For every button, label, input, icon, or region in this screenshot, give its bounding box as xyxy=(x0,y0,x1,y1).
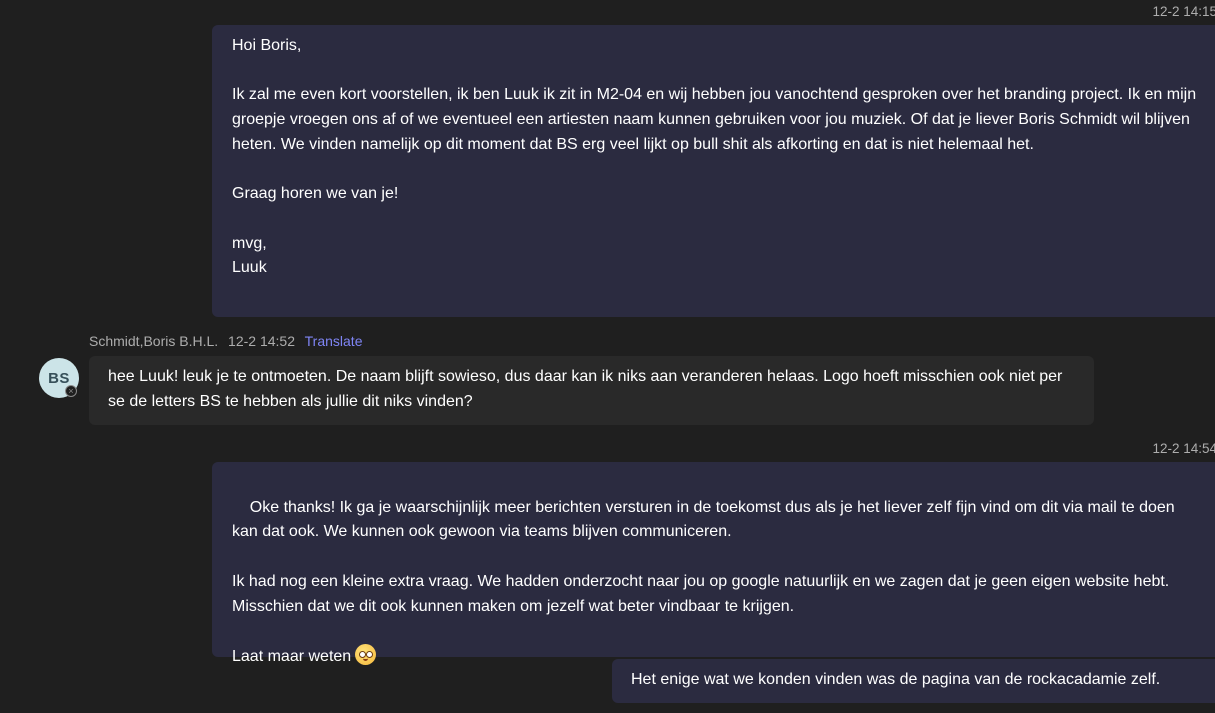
smiling-face-icon xyxy=(355,643,377,665)
message-timestamp: 12-2 14:54 xyxy=(1152,441,1215,456)
message-text: Oke thanks! Ik ga je waarschijnlijk meer… xyxy=(232,498,1175,665)
presence-offline-icon: × xyxy=(65,385,77,397)
message-bubble-own[interactable]: Oke thanks! Ik ga je waarschijnlijk meer… xyxy=(212,462,1215,665)
message-bubble-own[interactable]: Hoi Boris, Ik zal me even kort voorstell… xyxy=(212,25,1215,317)
message-timestamp: 12-2 14:15 xyxy=(1152,4,1215,19)
message-bubble-other[interactable]: hee Luuk! leuk je te ontmoeten. De naam … xyxy=(89,356,1094,425)
message-bubble-own[interactable]: Het enige wat we konden vinden was de pa… xyxy=(612,659,1215,703)
translate-link[interactable]: Translate xyxy=(305,333,363,349)
message-header: Schmidt,Boris B.H.L. 12-2 14:52 Translat… xyxy=(89,333,368,349)
message-timestamp: 12-2 14:52 xyxy=(228,333,295,349)
chat-thread[interactable]: 12-2 14:15 Hoi Boris, Ik zal me even kor… xyxy=(0,0,1215,713)
sender-name: Schmidt,Boris B.H.L. xyxy=(89,333,219,349)
